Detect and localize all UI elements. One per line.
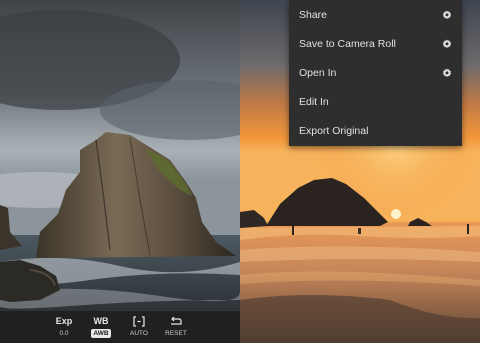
auto-bracket-icon	[133, 315, 145, 327]
menu-item-label: Edit In	[299, 95, 329, 108]
menu-item-share[interactable]: Share	[289, 0, 462, 29]
edit-toolbar: Exp 0.0 WB AWB AUTO RESET	[0, 311, 240, 343]
gear-icon[interactable]	[442, 68, 452, 78]
share-menu: Share Save to Camera Roll Open In Edit I…	[289, 0, 462, 146]
white-balance-label: WB	[93, 316, 109, 326]
menu-item-save-to-camera-roll[interactable]: Save to Camera Roll	[289, 29, 462, 58]
reset-label: RESET	[165, 330, 187, 337]
exposure-label: Exp	[55, 316, 73, 326]
menu-item-open-in[interactable]: Open In	[289, 58, 462, 87]
exposure-value: 0.0	[59, 330, 69, 337]
rock-photo	[0, 0, 240, 315]
gear-icon[interactable]	[442, 10, 452, 20]
auto-button[interactable]: AUTO	[122, 315, 156, 338]
reset-arrow-icon	[171, 316, 182, 325]
left-photo-pane: Exp 0.0 WB AWB AUTO RESET	[0, 0, 240, 343]
gear-icon[interactable]	[442, 39, 452, 49]
menu-item-label: Share	[299, 8, 328, 21]
auto-label: AUTO	[130, 330, 148, 337]
menu-item-label: Export Original	[299, 124, 369, 137]
white-balance-value: AWB	[91, 329, 111, 338]
white-balance-button[interactable]: WB AWB	[84, 315, 118, 338]
menu-item-label: Save to Camera Roll	[299, 37, 396, 50]
menu-item-export-original[interactable]: Export Original	[289, 116, 462, 145]
exposure-button[interactable]: Exp 0.0	[47, 315, 81, 338]
reset-button[interactable]: RESET	[159, 315, 193, 338]
menu-item-label: Open In	[299, 66, 337, 79]
menu-item-edit-in[interactable]: Edit In	[289, 87, 462, 116]
